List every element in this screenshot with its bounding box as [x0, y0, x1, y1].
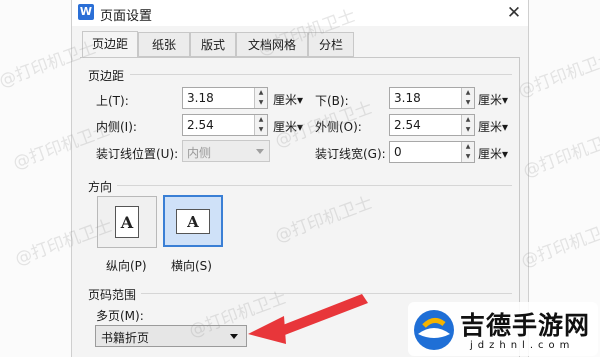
bottom-margin-unit[interactable]: 厘米▾	[478, 91, 508, 108]
spin-down-icon[interactable]: ▼	[254, 98, 267, 108]
gutter-position-select: 内侧	[182, 140, 270, 162]
top-margin-unit[interactable]: 厘米▾	[273, 91, 303, 108]
spin-down-icon[interactable]: ▼	[461, 152, 474, 162]
gutter-width-label: 装订线宽(G):	[315, 147, 386, 161]
tab-paper[interactable]: 纸张	[138, 32, 190, 57]
tab-divider	[80, 57, 520, 58]
bottom-margin-input[interactable]: 3.18 ▲ ▼	[389, 87, 475, 109]
site-logo: 吉德手游网 jdzhnl.com	[408, 302, 598, 356]
gutter-position-label: 装订线位置(U):	[96, 147, 179, 161]
spin-down-icon[interactable]: ▼	[461, 125, 474, 135]
spin-down-icon[interactable]: ▼	[254, 125, 267, 135]
spin-up-icon[interactable]: ▲	[461, 88, 474, 98]
wps-writer-icon: W	[78, 4, 94, 20]
chevron-down-icon	[256, 149, 264, 154]
spin-down-icon[interactable]: ▼	[461, 98, 474, 108]
multiple-pages-label: 多页(M):	[96, 309, 144, 323]
inside-margin-input[interactable]: 2.54 ▲ ▼	[182, 114, 268, 136]
page-range-section-title: 页码范围	[88, 288, 137, 302]
landscape-page-icon: A	[176, 209, 210, 234]
outside-margin-unit[interactable]: 厘米▾	[478, 118, 508, 135]
margins-separator	[130, 74, 512, 75]
close-icon[interactable]: ✕	[503, 2, 525, 24]
landscape-label: 横向(S)	[171, 259, 212, 273]
top-margin-input[interactable]: 3.18 ▲ ▼	[182, 87, 268, 109]
orientation-separator	[117, 185, 512, 186]
chevron-down-icon	[230, 334, 238, 339]
dialog-title: 页面设置	[100, 9, 153, 24]
margins-section-title: 页边距	[88, 69, 125, 83]
orientation-section-title: 方向	[88, 180, 113, 194]
landscape-button[interactable]: A	[163, 195, 223, 247]
gutter-width-unit[interactable]: 厘米▾	[478, 145, 508, 162]
portrait-label: 纵向(P)	[106, 259, 147, 273]
logo-name: 吉德手游网	[460, 311, 591, 340]
portrait-page-icon: A	[115, 206, 139, 238]
logo-circle-icon	[414, 310, 454, 350]
tab-layout[interactable]: 版式	[190, 32, 236, 57]
spin-up-icon[interactable]: ▲	[254, 88, 267, 98]
gutter-width-input[interactable]: 0 ▲ ▼	[389, 141, 475, 163]
top-margin-label: 上(T):	[96, 94, 129, 108]
spin-up-icon[interactable]: ▲	[461, 142, 474, 152]
logo-url: jdzhnl.com	[470, 340, 575, 351]
spin-up-icon[interactable]: ▲	[254, 115, 267, 125]
spin-up-icon[interactable]: ▲	[461, 115, 474, 125]
outside-margin-input[interactable]: 2.54 ▲ ▼	[389, 114, 475, 136]
